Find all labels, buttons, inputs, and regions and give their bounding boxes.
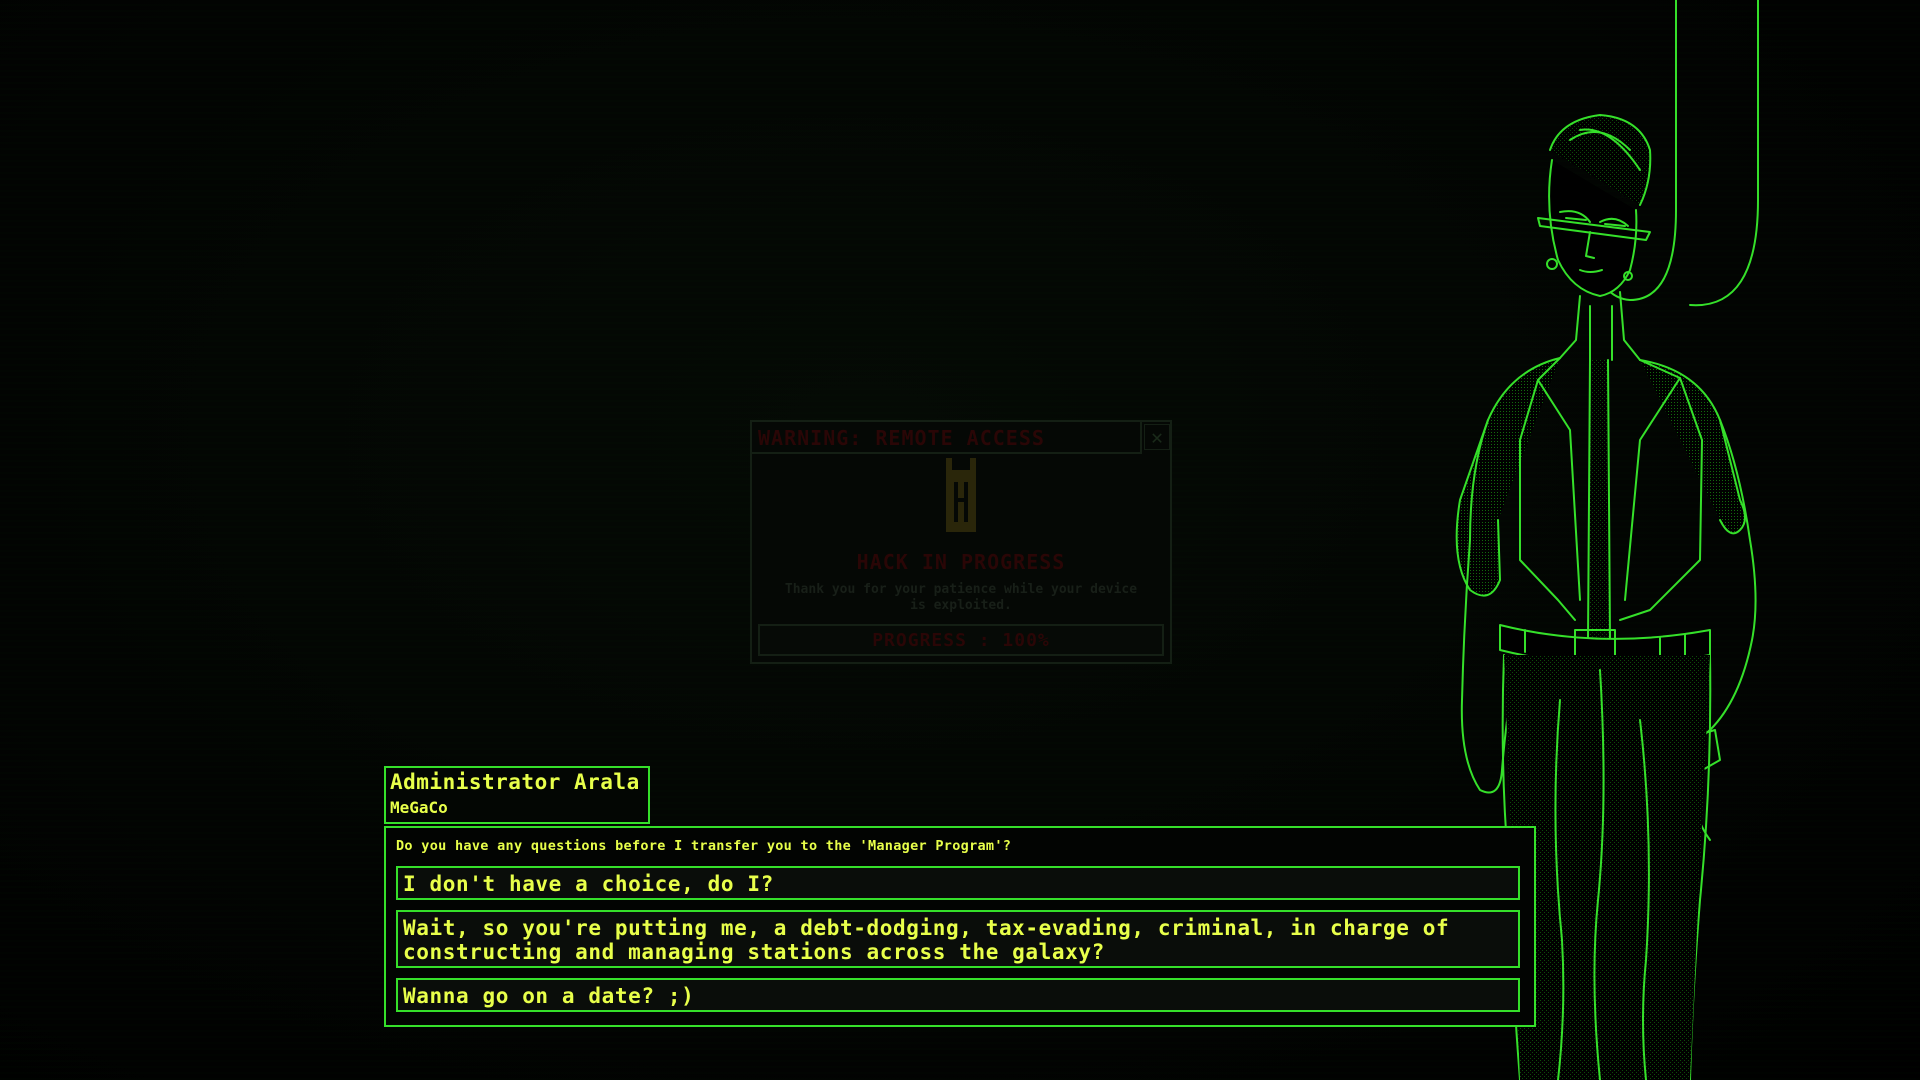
warning-message: Thank you for your patience while your d… <box>784 582 1138 613</box>
close-icon[interactable]: ✕ <box>1144 424 1170 450</box>
dialogue-choice-label: I don't have a choice, do I? <box>403 872 774 896</box>
speaker-nameplate: Administrator Arala MeGaCo <box>384 766 650 824</box>
speaker-name: Administrator Arala <box>390 770 640 794</box>
warning-title: WARNING: REMOTE ACCESS <box>758 426 1045 450</box>
warning-titlebar: WARNING: REMOTE ACCESS <box>752 422 1142 454</box>
game-stage: WARNING: REMOTE ACCESS ✕ HACK IN PROGRES… <box>0 0 1920 1080</box>
warning-heading: HACK IN PROGRESS <box>856 550 1066 574</box>
speaker-organization: MeGaCo <box>390 798 448 817</box>
warning-progress-label: PROGRESS : 100% <box>872 630 1050 651</box>
dialogue-choice-criminal-in-charge[interactable]: Wait, so you're putting me, a debt-dodgi… <box>396 910 1520 968</box>
dialogue-prompt: Do you have any questions before I trans… <box>396 838 1012 854</box>
dialogue-choice-label: Wait, so you're putting me, a debt-dodgi… <box>403 916 1450 964</box>
remote-access-warning-window: WARNING: REMOTE ACCESS ✕ HACK IN PROGRES… <box>750 420 1172 664</box>
dialogue-choice-date[interactable]: Wanna go on a date? ;) <box>396 978 1520 1012</box>
dialogue-panel: Do you have any questions before I trans… <box>384 826 1536 1027</box>
dialogue-choice-no-choice[interactable]: I don't have a choice, do I? <box>396 866 1520 900</box>
warning-progress-bar: PROGRESS : 100% <box>758 624 1164 656</box>
castle-tower-icon <box>946 458 976 532</box>
dialogue-choice-label: Wanna go on a date? ;) <box>403 984 695 1008</box>
